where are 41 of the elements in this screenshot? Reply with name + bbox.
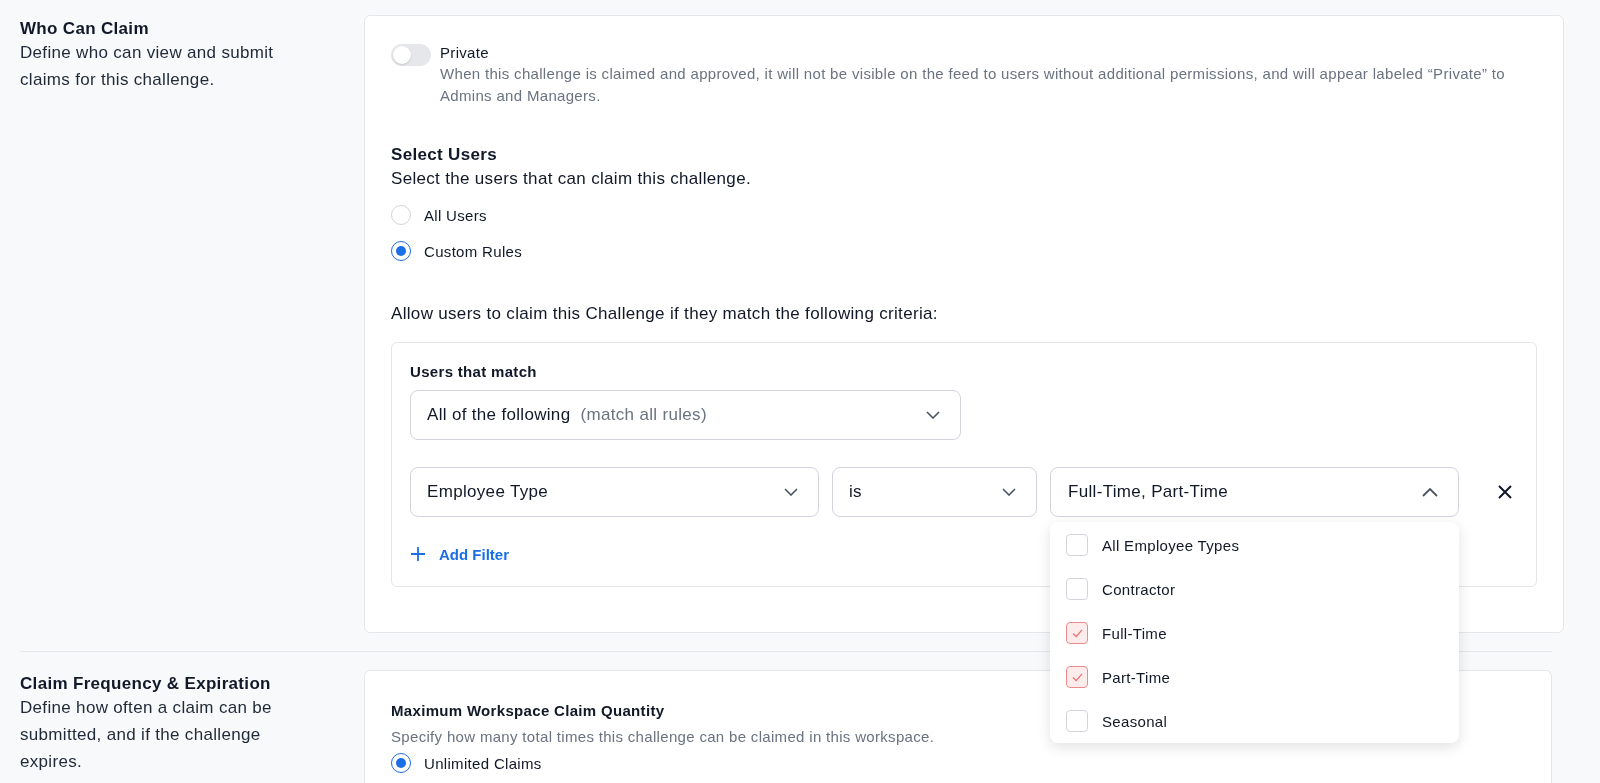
field-select[interactable]: Employee Type [410, 467, 819, 517]
match-select[interactable]: All of the following (match all rules) [410, 390, 961, 440]
chevron-up-icon [1422, 487, 1438, 497]
check-icon [1071, 628, 1083, 638]
check-icon [1071, 672, 1083, 682]
dropdown-option[interactable]: Part-Time [1050, 655, 1459, 699]
radio-button[interactable] [391, 241, 411, 261]
chevron-down-icon [1002, 488, 1016, 496]
checkbox[interactable] [1066, 534, 1088, 556]
radio-label: Custom Rules [424, 242, 523, 260]
field-description: Specify how many total times this challenge can be claimed in this workspace. [391, 727, 935, 747]
radio-button[interactable] [391, 753, 411, 773]
chevron-down-icon [784, 488, 798, 496]
toggle-description: When this challenge is claimed and approved, it will not be visible on the feed to users without additional permissions, and will appear labeled “Private” to Admins and Managers. [440, 64, 1506, 106]
private-toggle[interactable] [391, 44, 431, 66]
criteria-intro: Allow users to claim this Challenge if they match the following criteria: [391, 303, 939, 325]
add-filter-button[interactable]: Add Filter [410, 538, 509, 570]
dropdown-option[interactable]: Contractor [1050, 567, 1459, 611]
close-icon [1498, 485, 1512, 499]
radio-label: All Users [424, 206, 487, 224]
field-label: Users that match [410, 362, 538, 382]
plus-icon [410, 546, 426, 562]
value-select[interactable]: Full-Time, Part-Time [1050, 467, 1459, 517]
operator-select[interactable]: is [832, 467, 1037, 517]
checkbox[interactable] [1066, 578, 1088, 600]
field-heading: Maximum Workspace Claim Quantity [391, 701, 666, 721]
field-heading: Select Users [391, 144, 498, 166]
dropdown-option[interactable]: Full-Time [1050, 611, 1459, 655]
checkbox[interactable] [1066, 710, 1088, 732]
section-description: Define how often a claim can be submitted, and if the challenge expires. [20, 697, 273, 773]
checkbox[interactable] [1066, 666, 1088, 688]
dropdown-option[interactable]: Seasonal [1050, 699, 1459, 743]
toggle-label: Private [440, 43, 490, 63]
field-description: Select the users that can claim this challenge. [391, 168, 752, 190]
chevron-down-icon [926, 411, 940, 419]
checkbox[interactable] [1066, 622, 1088, 644]
section-title: Claim Frequency & Expiration [20, 674, 272, 694]
section-title: Who Can Claim [20, 19, 150, 39]
dropdown-option[interactable]: All Employee Types [1050, 523, 1459, 567]
radio-label: Unlimited Claims [424, 754, 542, 772]
section-description: Define who can view and submit claims for this challenge. [20, 42, 275, 91]
